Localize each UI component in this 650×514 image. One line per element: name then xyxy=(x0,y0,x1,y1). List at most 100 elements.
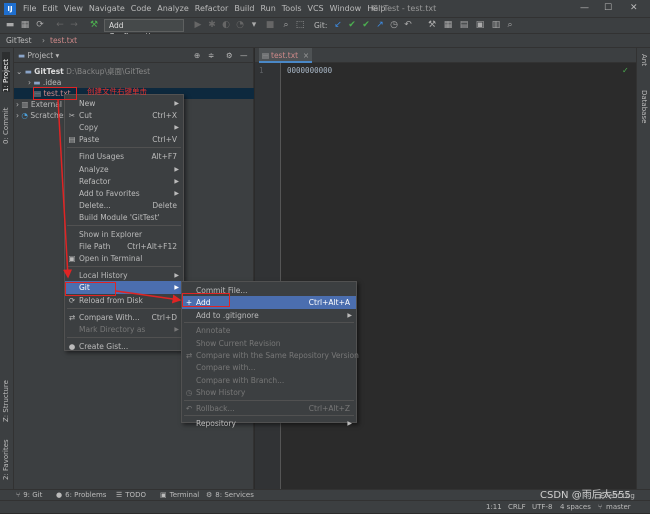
chevron-right-icon[interactable]: › xyxy=(28,78,31,87)
menu-tools[interactable]: Tools xyxy=(279,4,305,13)
menu-item-repository[interactable]: Repository ▶ xyxy=(182,417,356,430)
menu-edit[interactable]: Edit xyxy=(39,4,61,13)
window-title: GitTest - test.txt xyxy=(372,4,437,13)
git-push-icon[interactable]: ✔ xyxy=(360,20,372,31)
git-update-icon[interactable]: ↙ xyxy=(332,20,344,31)
menu-item-refactor[interactable]: Refactor ▶ xyxy=(65,175,183,188)
menu-item-add-to-gitignore[interactable]: Add to .gitignore ▶ xyxy=(182,309,356,322)
minimize-icon[interactable]: — xyxy=(580,3,589,13)
git-history-icon[interactable]: ◷ xyxy=(388,20,400,31)
chevron-down-icon[interactable]: ⌄ xyxy=(16,67,22,76)
file-encoding[interactable]: UTF-8 xyxy=(532,501,552,514)
save-all-icon[interactable]: ▦ xyxy=(19,20,31,31)
open-folder-icon[interactable]: ▬ xyxy=(4,20,16,31)
menu-analyze[interactable]: Analyze xyxy=(154,4,192,13)
editor-content[interactable]: 0000000000 xyxy=(287,66,332,75)
structure-tool-tab[interactable]: Z: Structure xyxy=(2,372,10,422)
menu-view[interactable]: View xyxy=(61,4,86,13)
locate-icon[interactable]: ⊕ xyxy=(194,48,200,63)
indent-setting[interactable]: 4 spaces xyxy=(560,501,591,514)
editor-tab-test-txt[interactable]: ▤ test.txt × xyxy=(259,48,313,63)
menu-item-label: File Path xyxy=(79,242,111,252)
run-icon[interactable]: ▶ xyxy=(192,20,204,31)
grid-icon[interactable]: ▣ xyxy=(474,20,486,31)
project-view-selector[interactable]: Project xyxy=(27,51,53,60)
submenu-arrow-icon: ▶ xyxy=(174,124,179,132)
chevron-right-icon[interactable]: › xyxy=(16,111,19,120)
menu-vcs[interactable]: VCS xyxy=(305,4,327,13)
menu-item-analyze[interactable]: Analyze ▶ xyxy=(65,163,183,176)
project-tool-tab[interactable]: 1: Project xyxy=(2,52,10,92)
line-number: 1 xyxy=(259,66,264,75)
breadcrumb-file[interactable]: test.txt xyxy=(50,34,77,48)
menu-item-show-in-explorer[interactable]: Show in Explorer xyxy=(65,228,183,241)
menu-item-local-history[interactable]: Local History ▶ xyxy=(65,269,183,282)
menu-run[interactable]: Run xyxy=(257,4,278,13)
ant-tool-tab[interactable]: Ant xyxy=(640,54,648,78)
hide-panel-icon[interactable]: — xyxy=(240,48,248,63)
menu-item-add-to-favorites[interactable]: Add to Favorites ▶ xyxy=(65,187,183,200)
menu-item-compare-with[interactable]: ⇄ Compare With... Ctrl+D xyxy=(65,311,183,324)
chevron-right-icon[interactable]: › xyxy=(16,100,19,109)
caret-position[interactable]: 1:11 xyxy=(486,501,502,514)
coverage-icon[interactable]: ◐ xyxy=(220,20,232,31)
gear-icon[interactable]: ⚙ xyxy=(226,48,233,63)
no-problems-check-icon[interactable]: ✓ xyxy=(622,66,629,75)
breadcrumb-project[interactable]: GitTest xyxy=(6,34,32,48)
menu-item-new[interactable]: New ▶ xyxy=(65,97,183,110)
menu-window[interactable]: Window xyxy=(327,4,365,13)
menu-item-create-gist[interactable]: ● Create Gist... xyxy=(65,340,183,353)
git-pull-icon[interactable]: ↗ xyxy=(374,20,386,31)
close-tab-icon[interactable]: × xyxy=(303,48,309,63)
layout-icon[interactable]: ▥ xyxy=(490,20,502,31)
favorites-tool-tab[interactable]: 2: Favorites xyxy=(2,430,10,480)
project-structure-icon[interactable]: ▦ xyxy=(442,20,454,31)
sdk-icon[interactable]: ▤ xyxy=(458,20,470,31)
root-folder-path: D:\Backup\桌面\GitTest xyxy=(66,67,151,76)
menu-file[interactable]: File xyxy=(20,4,39,13)
build-hammer-icon[interactable]: ⚒ xyxy=(88,20,100,31)
profile-icon[interactable]: ◔ xyxy=(234,20,246,31)
wrench-icon[interactable]: ⚒ xyxy=(426,20,438,31)
tree-root[interactable]: ⌄ ▬ GitTest D:\Backup\桌面\GitTest xyxy=(16,66,150,77)
git-commit-icon[interactable]: ✔ xyxy=(346,20,358,31)
search-icon[interactable]: ⌕ xyxy=(280,20,292,31)
collapse-all-icon[interactable]: ≑ xyxy=(208,48,214,63)
run-dropdown-icon[interactable]: ▾ xyxy=(248,20,260,31)
git-rollback-icon[interactable]: ↶ xyxy=(402,20,414,31)
line-separator[interactable]: CRLF xyxy=(508,501,526,514)
sync-icon[interactable]: ⟳ xyxy=(34,20,46,31)
compare-with-icon: ⇄ xyxy=(68,312,76,322)
menu-item-label: Compare With... xyxy=(79,312,140,322)
menu-item-find-usages[interactable]: Find Usages Alt+F7 xyxy=(65,150,183,163)
maximize-icon[interactable]: ☐ xyxy=(604,3,612,13)
close-window-icon[interactable]: ✕ xyxy=(630,3,638,13)
stop-icon[interactable]: ■ xyxy=(264,20,276,31)
add-configuration-button[interactable]: Add Configuration... xyxy=(104,19,184,41)
menu-item-label: Show Current Revision xyxy=(196,338,281,348)
back-arrow-icon[interactable]: ← xyxy=(54,20,66,31)
menu-item-open-in-terminal[interactable]: ▣ Open in Terminal xyxy=(65,252,183,265)
chevron-down-icon[interactable]: ▾ xyxy=(56,51,60,60)
menu-item-build-module-gittest[interactable]: Build Module 'GitTest' xyxy=(65,211,183,224)
debug-icon[interactable]: ✱ xyxy=(206,20,218,31)
menu-build[interactable]: Build xyxy=(231,4,257,13)
database-tool-tab[interactable]: Database xyxy=(640,90,648,130)
menu-refactor[interactable]: Refactor xyxy=(192,4,232,13)
menu-item-label: Show History xyxy=(196,388,246,398)
menu-item-label: Paste xyxy=(79,135,100,145)
forward-arrow-icon[interactable]: → xyxy=(68,20,80,31)
menu-separator xyxy=(67,266,181,268)
toolbar-search-icon[interactable]: ⌕ xyxy=(504,20,516,31)
menu-item-copy[interactable]: Copy ▶ xyxy=(65,121,183,134)
commit-tool-tab[interactable]: 0: Commit xyxy=(2,104,10,144)
rollback-icon: ↶ xyxy=(185,403,193,413)
menu-item-delete[interactable]: Delete... Delete xyxy=(65,199,183,212)
menu-code[interactable]: Code xyxy=(128,4,154,13)
event-log[interactable]: Event Log xyxy=(600,490,635,503)
select-icon[interactable]: ⬚ xyxy=(294,20,306,31)
menu-item-file-path[interactable]: File Path Ctrl+Alt+F12 xyxy=(65,240,183,253)
menu-navigate[interactable]: Navigate xyxy=(86,4,128,13)
menu-item-paste[interactable]: ▤ Paste Ctrl+V xyxy=(65,133,183,146)
menu-item-cut[interactable]: ✂ Cut Ctrl+X xyxy=(65,109,183,122)
